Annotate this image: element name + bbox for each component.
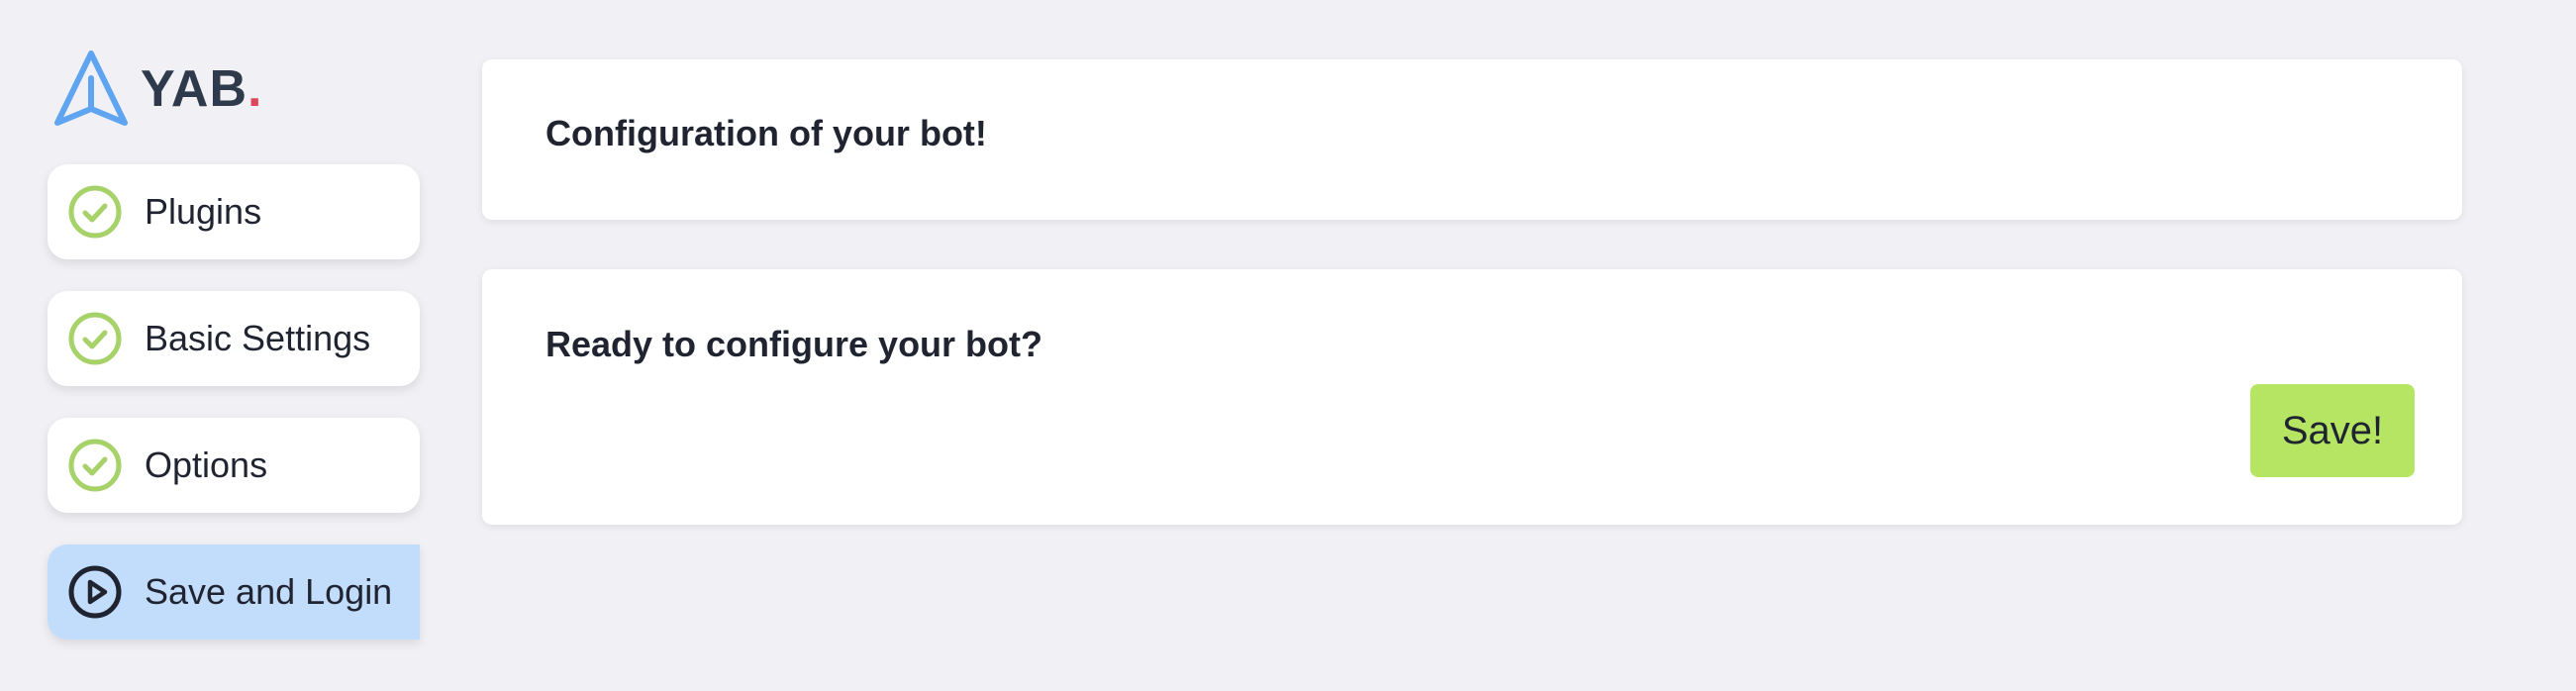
brand-logo: YAB. xyxy=(51,48,262,131)
sidebar-item-label: Plugins xyxy=(145,191,262,232)
brand-name: YAB. xyxy=(141,60,263,118)
check-circle-icon xyxy=(67,438,123,493)
check-circle-icon xyxy=(67,311,123,366)
sidebar-item-plugins[interactable]: Plugins xyxy=(48,164,420,259)
sidebar-item-label: Save and Login xyxy=(145,571,393,612)
sidebar-item-options[interactable]: Options xyxy=(48,418,420,513)
page-title: Configuration of your bot! xyxy=(545,113,987,153)
header-card: Configuration of your bot! xyxy=(482,59,2462,220)
save-section-title: Ready to configure your bot? xyxy=(545,324,1043,364)
check-circle-icon xyxy=(67,184,123,240)
save-button[interactable]: Save! xyxy=(2250,384,2415,477)
sidebar-item-label: Options xyxy=(145,444,268,485)
sidebar-item-basic-settings[interactable]: Basic Settings xyxy=(48,291,420,386)
save-card: Ready to configure your bot? Save! xyxy=(482,269,2462,525)
navigation-arrow-icon xyxy=(54,50,128,126)
play-circle-icon xyxy=(67,564,123,620)
sidebar: Plugins Basic Settings Options Save and … xyxy=(48,164,420,671)
brand-dot: . xyxy=(248,60,263,118)
sidebar-item-save-and-login[interactable]: Save and Login xyxy=(48,544,420,640)
sidebar-item-label: Basic Settings xyxy=(145,318,371,358)
